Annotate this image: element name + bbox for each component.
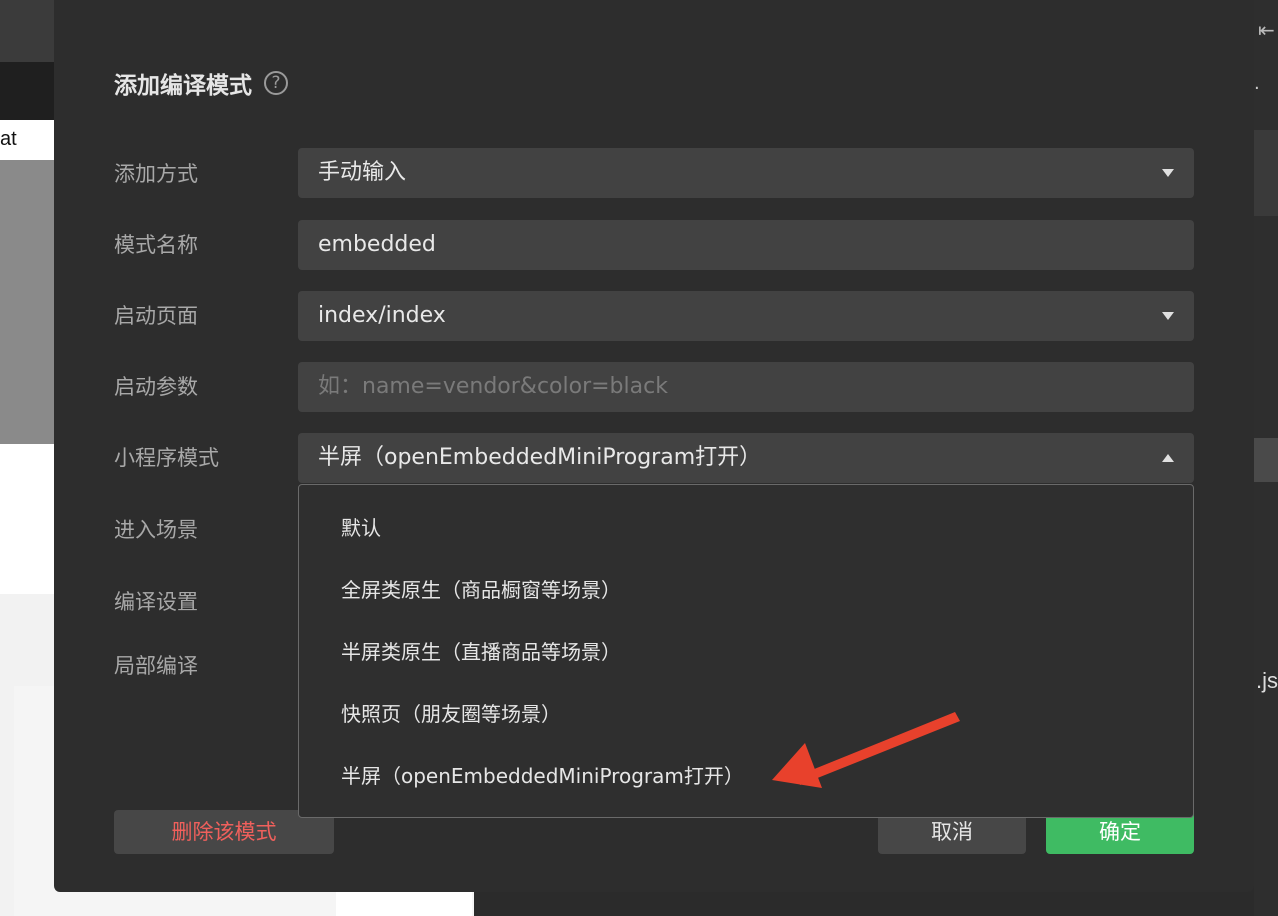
mode-name-label: 模式名称 xyxy=(114,233,198,257)
dropdown-option-halfscreen-native[interactable]: 半屏类原生（直播商品等场景） xyxy=(341,637,621,667)
start-params-label: 启动参数 xyxy=(114,375,198,399)
dropdown-option-fullscreen-native[interactable]: 全屏类原生（商品橱窗等场景） xyxy=(341,575,621,605)
scene-label: 进入场景 xyxy=(114,518,198,542)
start-page-value: index/index xyxy=(318,303,446,328)
simulator-content xyxy=(0,160,54,444)
background-right-block xyxy=(1254,130,1278,216)
mode-name-value: embedded xyxy=(318,232,436,257)
chevron-down-icon xyxy=(1162,312,1174,320)
chevron-up-icon xyxy=(1162,454,1174,462)
background-panel xyxy=(0,62,54,120)
simulator-status-text: at xyxy=(0,128,17,150)
mini-mode-value: 半屏（openEmbeddedMiniProgram打开） xyxy=(318,445,762,470)
add-compile-mode-dialog: 添加编译模式 ? 添加方式 手动输入 模式名称 embedded 启动页面 in… xyxy=(54,0,1254,892)
partial-compile-label: 局部编译 xyxy=(114,654,198,678)
dropdown-option-snapshot[interactable]: 快照页（朋友圈等场景） xyxy=(341,699,561,729)
start-params-input[interactable]: 如：name=vendor&color=black xyxy=(298,362,1194,412)
add-method-label: 添加方式 xyxy=(114,162,198,186)
start-params-placeholder: 如：name=vendor&color=black xyxy=(318,374,668,399)
add-method-value: 手动输入 xyxy=(318,160,407,185)
mini-mode-dropdown: 默认 全屏类原生（商品橱窗等场景） 半屏类原生（直播商品等场景） 快照页（朋友圈… xyxy=(298,484,1194,818)
collapse-panel-icon[interactable]: ⇤ xyxy=(1258,18,1275,42)
mini-mode-select[interactable]: 半屏（openEmbeddedMiniProgram打开） xyxy=(298,433,1194,483)
dropdown-option-embedded[interactable]: 半屏（openEmbeddedMiniProgram打开） xyxy=(341,761,744,791)
more-icon[interactable]: · xyxy=(1254,78,1260,99)
mode-name-input[interactable]: embedded xyxy=(298,220,1194,270)
dropdown-option-default[interactable]: 默认 xyxy=(341,513,381,543)
start-page-label: 启动页面 xyxy=(114,304,198,328)
help-icon[interactable]: ? xyxy=(264,71,288,95)
simulator-content-white xyxy=(0,444,54,594)
dialog-title: 添加编译模式 ? xyxy=(114,66,288,100)
mini-mode-label: 小程序模式 xyxy=(114,446,219,470)
dialog-title-text: 添加编译模式 xyxy=(114,73,252,99)
compile-settings-label: 编译设置 xyxy=(114,590,198,614)
chevron-down-icon xyxy=(1162,169,1174,177)
add-method-select[interactable]: 手动输入 xyxy=(298,148,1194,198)
start-page-select[interactable]: index/index xyxy=(298,291,1194,341)
background-file-name: .js xyxy=(1256,668,1278,693)
background-right-block xyxy=(1254,438,1278,482)
